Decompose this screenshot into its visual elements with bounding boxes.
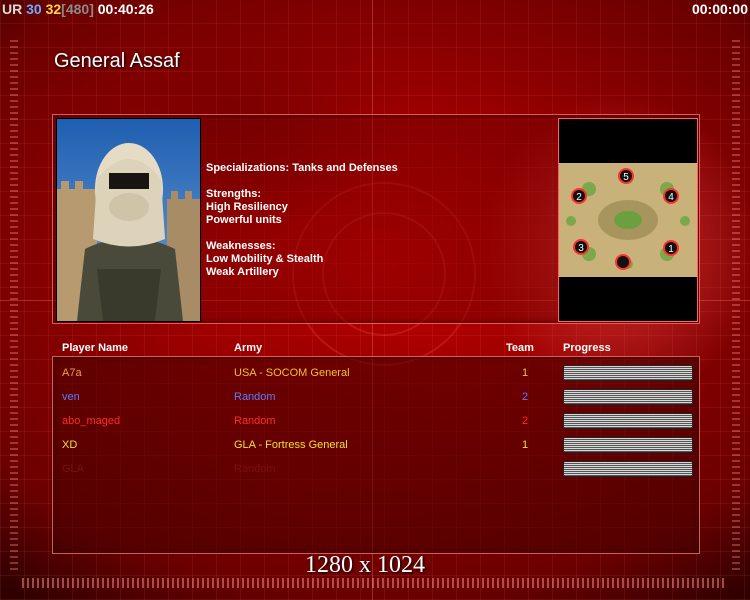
player-name: ven bbox=[62, 391, 80, 403]
start-position-3: 3 bbox=[578, 243, 584, 254]
player-row: A7a USA - SOCOM General 1 bbox=[0, 363, 750, 383]
progress-bar bbox=[563, 365, 693, 381]
player-army: Random bbox=[234, 415, 276, 427]
player-name: GLA bbox=[62, 463, 85, 475]
hud-right-timer: 00:00:00 bbox=[691, 1, 748, 17]
strength-item: Powerful units bbox=[206, 214, 282, 226]
hud-elapsed-time: 00:40:26 bbox=[97, 1, 154, 17]
resolution-label: 1280 x 1024 bbox=[305, 552, 425, 578]
start-position-marker: 3 bbox=[573, 239, 589, 255]
progress-bar bbox=[563, 413, 693, 429]
left-tick-strip bbox=[10, 40, 18, 570]
hud-frame-bracket: [480] bbox=[61, 1, 94, 17]
weakness-item: Low Mobility & Stealth bbox=[206, 253, 324, 265]
player-team: 2 bbox=[522, 391, 529, 403]
start-position-empty bbox=[615, 254, 631, 270]
start-position-5: 5 bbox=[623, 172, 629, 183]
start-position-marker: 4 bbox=[663, 188, 679, 204]
start-position-4: 4 bbox=[668, 192, 674, 203]
header-army: Army bbox=[234, 342, 263, 354]
hud-frame-limit: 32 bbox=[45, 1, 62, 17]
general-portrait bbox=[56, 118, 201, 322]
header-team: Team bbox=[506, 342, 534, 354]
player-team: 1 bbox=[522, 439, 529, 451]
weaknesses-title: Weaknesses: bbox=[206, 240, 276, 252]
player-row: XD GLA - Fortress General 1 bbox=[0, 435, 750, 455]
player-name: abo_maged bbox=[62, 415, 121, 427]
start-position-marker: 5 bbox=[618, 168, 634, 184]
hud-stats: UR 30 32[480] 00:40:26 bbox=[2, 0, 154, 18]
player-army: Random bbox=[234, 391, 276, 403]
progress-bar bbox=[563, 389, 693, 405]
start-position-1: 1 bbox=[668, 244, 674, 255]
player-list-panel bbox=[52, 356, 700, 554]
specializations-text: Specializations: Tanks and Defenses bbox=[206, 162, 398, 174]
player-team: 2 bbox=[522, 415, 529, 427]
general-title: General Assaf bbox=[54, 50, 180, 72]
player-army: USA - SOCOM General bbox=[234, 367, 350, 379]
player-army: Random bbox=[234, 463, 276, 475]
strength-item: High Resiliency bbox=[206, 201, 288, 213]
bottom-tick-strip bbox=[22, 578, 726, 588]
player-row: GLA Random bbox=[0, 459, 750, 479]
start-position-marker: 2 bbox=[571, 188, 587, 204]
player-army: GLA - Fortress General bbox=[234, 439, 348, 451]
player-name: A7a bbox=[62, 367, 82, 379]
hud-prefix: UR bbox=[2, 1, 23, 17]
start-position-marker: 1 bbox=[663, 240, 679, 256]
header-progress: Progress bbox=[563, 342, 611, 354]
header-player-name: Player Name bbox=[62, 342, 129, 354]
progress-bar bbox=[563, 437, 693, 453]
player-name: XD bbox=[62, 439, 78, 451]
player-row: abo_maged Random 2 bbox=[0, 411, 750, 431]
right-tick-strip bbox=[732, 40, 740, 570]
start-position-2: 2 bbox=[576, 192, 582, 203]
weakness-item: Weak Artillery bbox=[206, 266, 279, 278]
player-team: 1 bbox=[522, 367, 529, 379]
general-specs: Specializations: Tanks and Defenses Stre… bbox=[206, 162, 398, 279]
player-row: ven Random 2 bbox=[0, 387, 750, 407]
hud-fps: 30 bbox=[26, 1, 42, 17]
strengths-title: Strengths: bbox=[206, 188, 261, 200]
progress-bar bbox=[563, 461, 693, 477]
map-preview: 5 2 4 3 1 bbox=[558, 118, 698, 322]
